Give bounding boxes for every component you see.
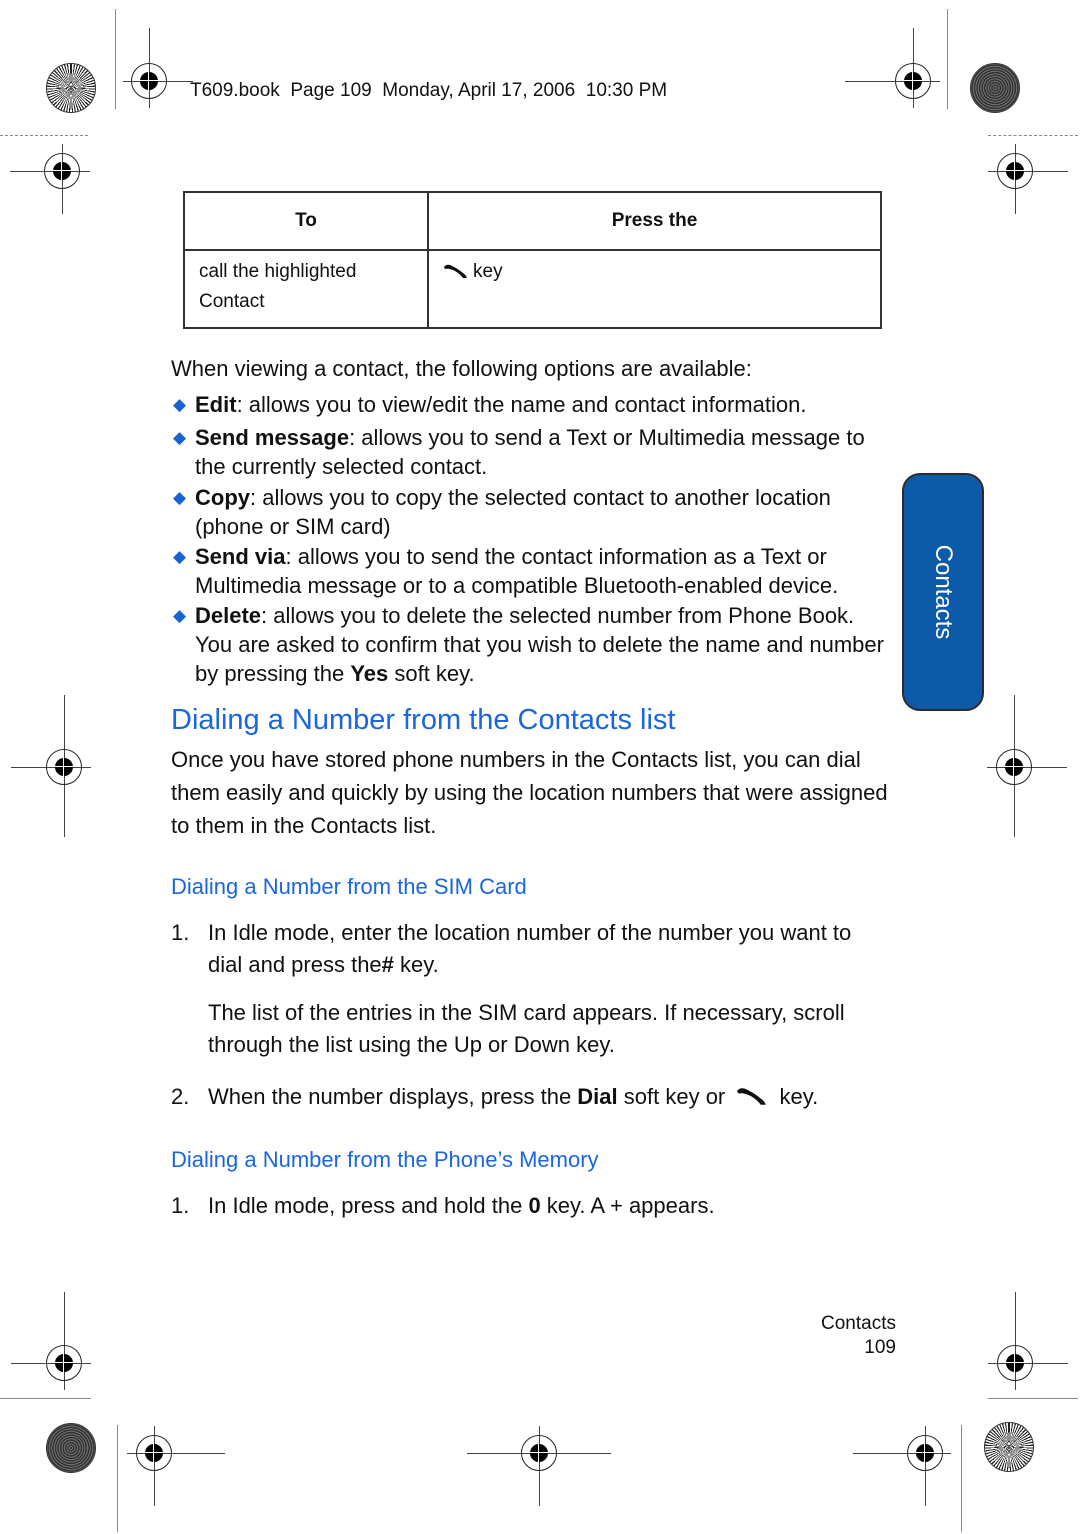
diamond-bullet-icon: ◆ xyxy=(173,606,187,625)
page-footer: Contacts 109 xyxy=(821,1312,896,1360)
section-heading: Dialing a Number from the Contacts list xyxy=(171,704,676,736)
trim-line xyxy=(0,1398,91,1399)
step-text: In Idle mode, enter the location number … xyxy=(208,920,852,977)
page-number: 109 xyxy=(864,1337,896,1358)
list-item: ◆ Copy: allows you to copy the selected … xyxy=(173,483,888,541)
table-header-to: To xyxy=(183,191,429,251)
step-number: 1. xyxy=(171,1193,190,1218)
trim-line xyxy=(988,135,1078,136)
table-cell-key: key xyxy=(427,249,882,329)
option-term: Send via xyxy=(195,544,286,569)
section-tab: Contacts xyxy=(902,473,984,711)
step-item: 2. When the number displays, press the D… xyxy=(171,1081,891,1113)
option-desc: : allows you to view/edit the name and c… xyxy=(236,392,807,417)
dial-key-label: Dial xyxy=(577,1084,618,1109)
trim-line xyxy=(115,9,116,109)
key-label: key xyxy=(473,261,503,282)
diamond-bullet-icon: ◆ xyxy=(173,395,187,414)
table-cell-action: call the highlighted Contact xyxy=(183,249,429,329)
option-desc: : allows you to delete the selected numb… xyxy=(195,603,884,686)
trim-line xyxy=(947,9,948,109)
step-text: When the number displays, press the xyxy=(208,1084,578,1109)
list-item: ◆ Delete: allows you to delete the selec… xyxy=(173,601,888,688)
step-text: In Idle mode, press and hold the xyxy=(208,1193,529,1218)
table-row: call the highlighted Contact key xyxy=(183,249,882,329)
hash-key-label: # xyxy=(381,952,394,977)
step-text: soft key or xyxy=(617,1084,732,1109)
key-table: To Press the call the highlighted Contac… xyxy=(183,191,882,329)
soft-key-label: Yes xyxy=(350,661,389,686)
subsection-heading-sim: Dialing a Number from the SIM Card xyxy=(171,874,527,899)
list-item: ◆ Edit: allows you to view/edit the name… xyxy=(173,390,888,419)
diamond-bullet-icon: ◆ xyxy=(173,428,187,447)
step-text: key. A + appears. xyxy=(540,1193,715,1218)
step-note: The list of the entries in the SIM card … xyxy=(171,997,891,1061)
print-header: T609.book Page 109 Monday, April 17, 200… xyxy=(190,80,668,101)
step-number: 2. xyxy=(171,1084,190,1109)
step-number: 1. xyxy=(171,920,190,945)
concentric-mark-icon xyxy=(46,1423,96,1473)
option-desc: : allows you to copy the selected contac… xyxy=(195,485,831,539)
diamond-bullet-icon: ◆ xyxy=(173,488,187,507)
concentric-mark-icon xyxy=(970,63,1020,113)
send-key-icon xyxy=(737,1088,767,1105)
option-term: Send message xyxy=(195,425,350,450)
table-header-row: To Press the xyxy=(183,191,882,251)
step-item: 1. In Idle mode, enter the location numb… xyxy=(171,917,891,981)
section-tab-label: Contacts xyxy=(930,544,957,640)
section-body: Once you have stored phone numbers in th… xyxy=(171,747,888,838)
option-desc: : allows you to send the contact informa… xyxy=(195,544,839,598)
trim-line xyxy=(117,1425,118,1532)
starburst-mark-icon xyxy=(46,63,96,113)
step-item: 1. In Idle mode, press and hold the 0 ke… xyxy=(171,1190,891,1222)
trim-line xyxy=(0,135,88,136)
table-header-press: Press the xyxy=(427,191,882,251)
trim-line xyxy=(988,1398,1078,1399)
option-term: Delete xyxy=(195,603,262,628)
trim-line xyxy=(961,1425,962,1532)
option-term: Copy xyxy=(195,485,250,510)
send-key-icon xyxy=(444,264,467,278)
option-term: Edit xyxy=(195,392,237,417)
option-desc-tail: soft key. xyxy=(388,661,475,686)
list-item: ◆ Send via: allows you to send the conta… xyxy=(173,542,888,600)
starburst-mark-icon xyxy=(984,1422,1034,1472)
intro-text: When viewing a contact, the following op… xyxy=(171,356,752,381)
step-text: key. xyxy=(773,1084,819,1109)
list-item: ◆ Send message: allows you to send a Tex… xyxy=(173,423,888,481)
zero-key-label: 0 xyxy=(528,1193,541,1218)
step-text: key. xyxy=(393,952,439,977)
footer-section: Contacts xyxy=(821,1313,896,1334)
diamond-bullet-icon: ◆ xyxy=(173,547,187,566)
step-note-text: The list of the entries in the SIM card … xyxy=(208,1000,845,1057)
subsection-heading-memory: Dialing a Number from the Phone’s Memory xyxy=(171,1147,599,1172)
